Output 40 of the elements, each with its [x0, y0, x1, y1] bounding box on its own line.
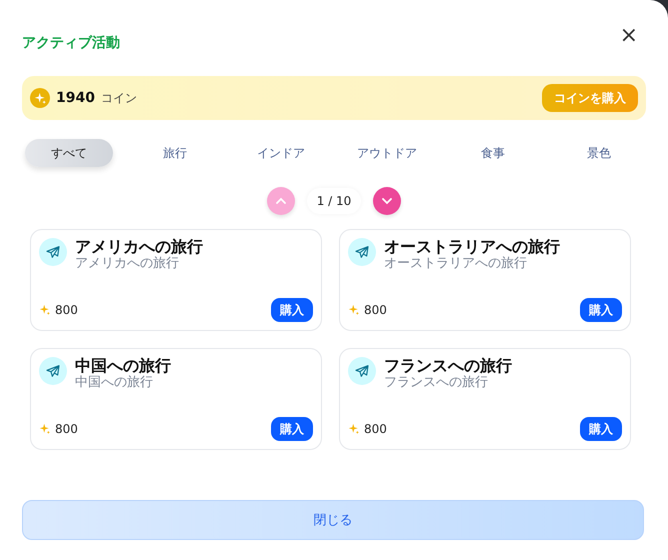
- card-price: 800: [364, 303, 387, 317]
- next-page-button[interactable]: [373, 187, 402, 215]
- sparkle-icon: [39, 304, 51, 316]
- category-tab[interactable]: 景色: [555, 139, 643, 167]
- airplane-icon: [348, 357, 376, 385]
- airplane-icon: [39, 238, 67, 266]
- category-tab[interactable]: 旅行: [131, 139, 219, 167]
- coin-unit: コイン: [100, 90, 137, 106]
- card-price: 800: [55, 303, 78, 317]
- sparkle-icon: [348, 423, 360, 435]
- category-tab[interactable]: すべて: [25, 139, 113, 167]
- dialog-title: アクティブ活動: [22, 34, 120, 52]
- card-price: 800: [364, 422, 387, 436]
- card-title: フランスへの旅行: [384, 357, 512, 375]
- buy-button[interactable]: 購入: [580, 417, 622, 441]
- buy-button[interactable]: 購入: [580, 298, 622, 322]
- close-dialog-button[interactable]: 閉じる: [22, 500, 644, 540]
- card-subtitle: フランスへの旅行: [384, 375, 489, 390]
- card-title: 中国への旅行: [75, 357, 171, 375]
- coin-amount: 1940: [56, 90, 95, 106]
- chevron-up-icon: [274, 195, 287, 207]
- airplane-icon: [348, 238, 376, 266]
- card-subtitle: アメリカへの旅行: [75, 256, 180, 271]
- category-tab[interactable]: インドア: [237, 139, 325, 167]
- card-title: アメリカへの旅行: [75, 238, 203, 256]
- card-subtitle: オーストラリアへの旅行: [384, 256, 528, 271]
- airplane-icon: [39, 357, 67, 385]
- page-indicator: 1 / 10: [306, 188, 362, 214]
- card-subtitle: 中国への旅行: [75, 375, 154, 390]
- close-button[interactable]: ×: [612, 25, 646, 47]
- card-price: 800: [55, 422, 78, 436]
- category-tab[interactable]: アウトドア: [343, 139, 431, 167]
- sparkle-icon: [348, 304, 360, 316]
- coin-icon: [30, 88, 50, 108]
- buy-button[interactable]: 購入: [271, 417, 313, 441]
- buy-button[interactable]: 購入: [271, 298, 313, 322]
- chevron-down-icon: [381, 195, 394, 207]
- category-tab[interactable]: 食事: [449, 139, 537, 167]
- sparkle-icon: [39, 423, 51, 435]
- card-title: オーストラリアへの旅行: [384, 238, 560, 256]
